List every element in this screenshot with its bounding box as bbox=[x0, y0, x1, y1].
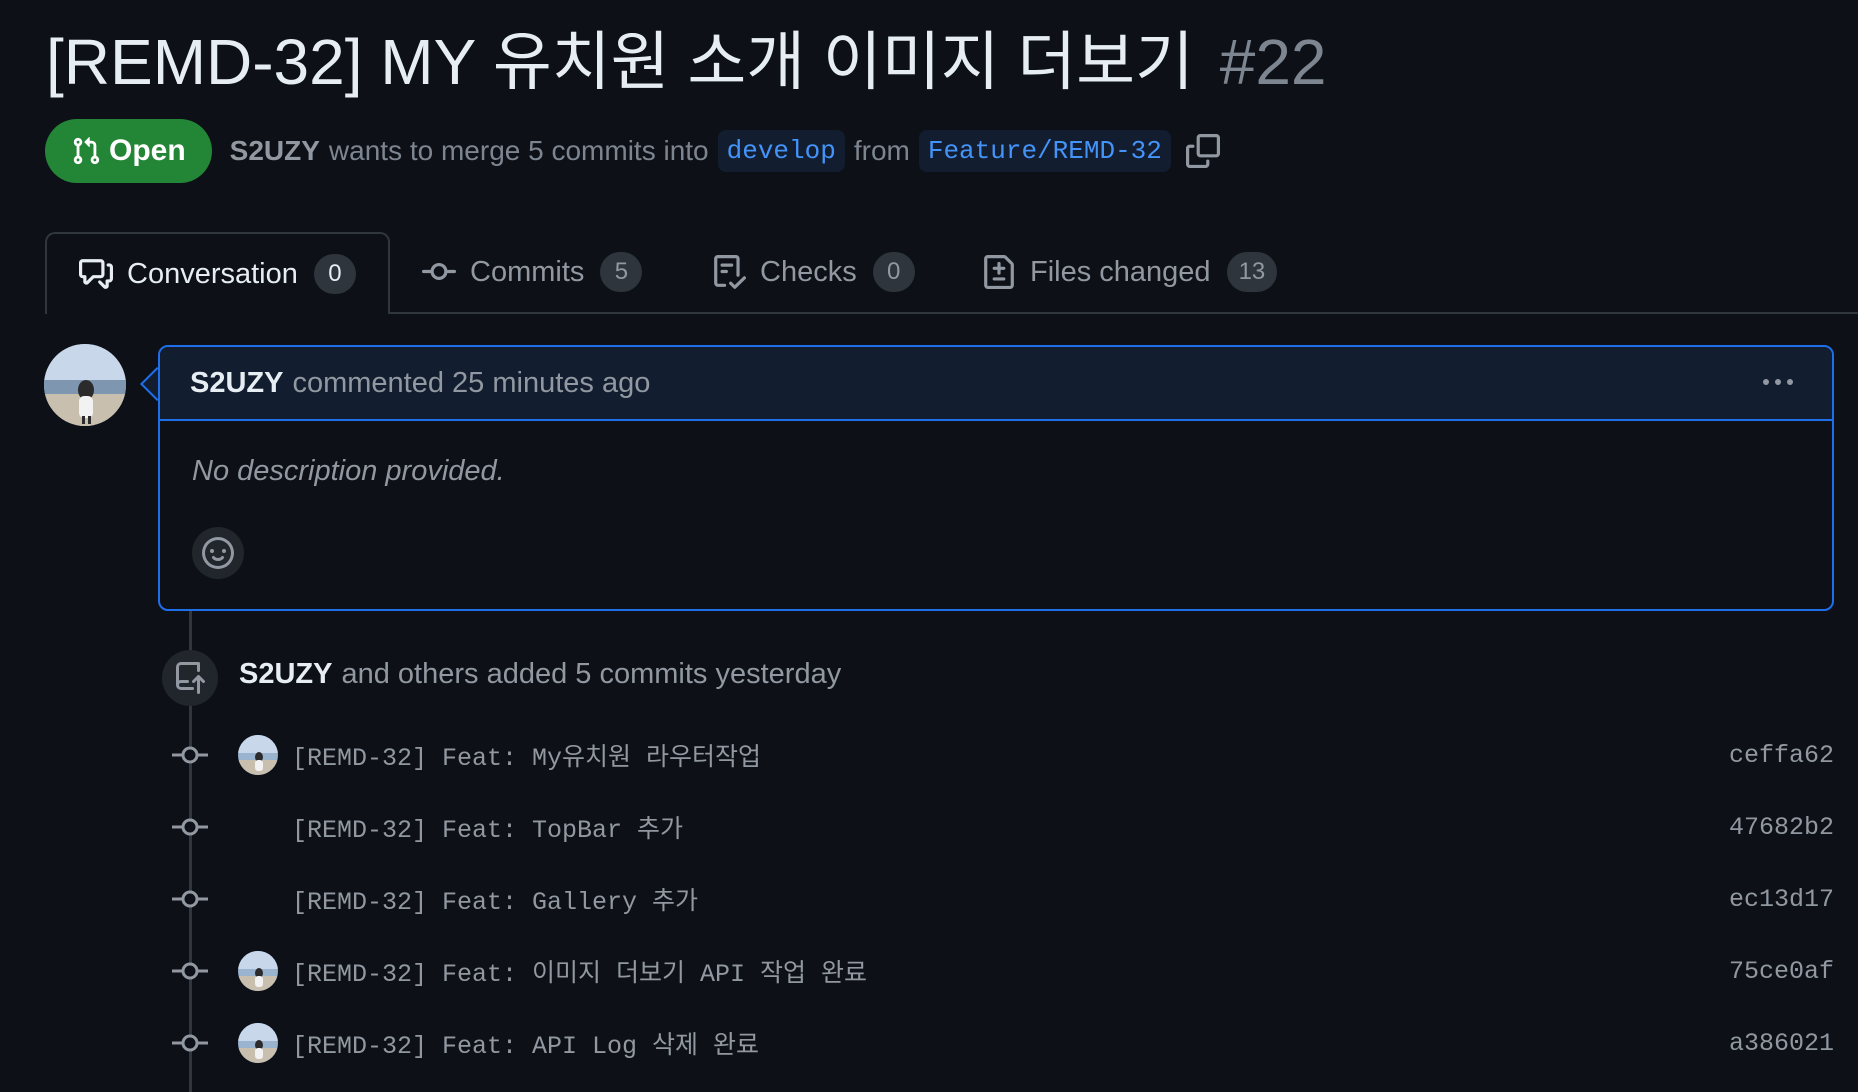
pr-title: [REMD-32] MY 유치원 소개 이미지 더보기 #22 bbox=[46, 22, 1327, 102]
comment-timestamp[interactable]: commented 25 minutes ago bbox=[292, 367, 650, 400]
git-pull-request-icon bbox=[73, 137, 100, 165]
tab-commits[interactable]: Commits 5 bbox=[422, 232, 643, 312]
pr-author-link[interactable]: S2UZY bbox=[230, 135, 320, 167]
copy-icon[interactable] bbox=[1185, 134, 1220, 168]
avatar[interactable] bbox=[44, 344, 126, 426]
commit-sha-link[interactable]: ec13d17 bbox=[1729, 885, 1834, 914]
merge-text: wants to merge 5 commits into bbox=[328, 135, 709, 166]
commit-message-link[interactable]: [REMD-32] Feat: Gallery 추가 bbox=[292, 881, 698, 917]
push-event-description: and others added 5 commits yesterday bbox=[341, 658, 842, 690]
git-commit-icon bbox=[172, 746, 208, 764]
tab-commits-count: 5 bbox=[600, 252, 643, 292]
add-reaction-button[interactable] bbox=[192, 527, 244, 579]
avatar-photo bbox=[238, 735, 278, 775]
avatar-photo bbox=[238, 1023, 278, 1063]
push-event-badge bbox=[162, 650, 218, 706]
commit-sha-link[interactable]: ceffa62 bbox=[1729, 741, 1834, 770]
tab-conversation-count: 0 bbox=[313, 254, 356, 294]
commit-message-link[interactable]: [REMD-32] Feat: TopBar 추가 bbox=[292, 809, 683, 845]
comment-box: S2UZY commented 25 minutes ago No descri… bbox=[158, 345, 1834, 611]
avatar-photo bbox=[238, 951, 278, 991]
push-author-link[interactable]: S2UZY bbox=[239, 658, 332, 690]
comment-discussion-icon bbox=[79, 259, 113, 289]
git-commit-icon bbox=[172, 962, 208, 980]
tab-files-changed-label: Files changed bbox=[1030, 255, 1211, 288]
avatar-photo bbox=[44, 344, 126, 426]
comment-header: S2UZY commented 25 minutes ago bbox=[160, 347, 1832, 421]
commit-message-link[interactable]: [REMD-32] Feat: 이미지 더보기 API 작업 완료 bbox=[292, 953, 867, 989]
commit-sha-link[interactable]: a386021 bbox=[1729, 1029, 1834, 1058]
pr-number: #22 bbox=[1219, 26, 1327, 98]
tab-checks-count: 0 bbox=[872, 252, 915, 292]
tab-files-changed[interactable]: Files changed 13 bbox=[982, 232, 1278, 312]
commit-sha-link[interactable]: 47682b2 bbox=[1729, 813, 1834, 842]
head-branch[interactable]: Feature/REMD-32 bbox=[918, 130, 1171, 172]
git-commit-icon bbox=[172, 1034, 208, 1052]
tab-commits-label: Commits bbox=[470, 255, 585, 288]
commit-row: [REMD-32] Feat: TopBar 추가 47682b2 bbox=[172, 803, 1834, 851]
tab-checks[interactable]: Checks 0 bbox=[712, 232, 915, 312]
smiley-icon bbox=[202, 537, 234, 569]
commit-row: [REMD-32] Feat: Gallery 추가 ec13d17 bbox=[172, 875, 1834, 923]
tab-conversation-label: Conversation bbox=[127, 257, 298, 290]
commit-sha-link[interactable]: 75ce0af bbox=[1729, 957, 1834, 986]
tab-files-changed-count: 13 bbox=[1226, 252, 1278, 292]
avatar[interactable] bbox=[238, 951, 278, 991]
kebab-menu-icon[interactable] bbox=[1758, 365, 1798, 399]
from-text: from bbox=[853, 135, 910, 166]
repo-push-icon bbox=[176, 662, 205, 694]
avatar[interactable] bbox=[238, 735, 278, 775]
checklist-icon bbox=[714, 255, 746, 289]
push-event-text: S2UZY and others added 5 commits yesterda… bbox=[239, 658, 841, 691]
git-commit-icon bbox=[172, 890, 208, 908]
commit-message-link[interactable]: [REMD-32] Feat: My유치원 라우터작업 bbox=[292, 737, 761, 773]
commit-row: [REMD-32] Feat: My유치원 라우터작업 ceffa62 bbox=[172, 731, 1834, 779]
pr-meta: Open S2UZY wants to merge 5 commits into… bbox=[45, 118, 1220, 184]
commit-row: [REMD-32] Feat: API Log 삭제 완료 a386021 bbox=[172, 1019, 1834, 1067]
tab-checks-label: Checks bbox=[760, 255, 857, 288]
pr-tabs: Conversation 0 Commits 5 Checks 0 Files … bbox=[45, 232, 1858, 314]
git-commit-icon bbox=[422, 262, 456, 280]
comment-author-link[interactable]: S2UZY bbox=[190, 367, 283, 400]
base-branch[interactable]: develop bbox=[717, 130, 845, 172]
avatar[interactable] bbox=[238, 1023, 278, 1063]
state-badge: Open bbox=[45, 119, 212, 183]
commit-message-link[interactable]: [REMD-32] Feat: API Log 삭제 완료 bbox=[292, 1025, 759, 1061]
git-commit-icon bbox=[172, 818, 208, 836]
tab-conversation[interactable]: Conversation 0 bbox=[45, 232, 390, 314]
file-diff-icon bbox=[984, 255, 1014, 289]
commit-row: [REMD-32] Feat: 이미지 더보기 API 작업 완료 75ce0a… bbox=[172, 947, 1834, 995]
pr-title-text: [REMD-32] MY 유치원 소개 이미지 더보기 bbox=[46, 26, 1194, 98]
state-label: Open bbox=[109, 134, 186, 167]
comment-body: No description provided. bbox=[192, 455, 505, 487]
